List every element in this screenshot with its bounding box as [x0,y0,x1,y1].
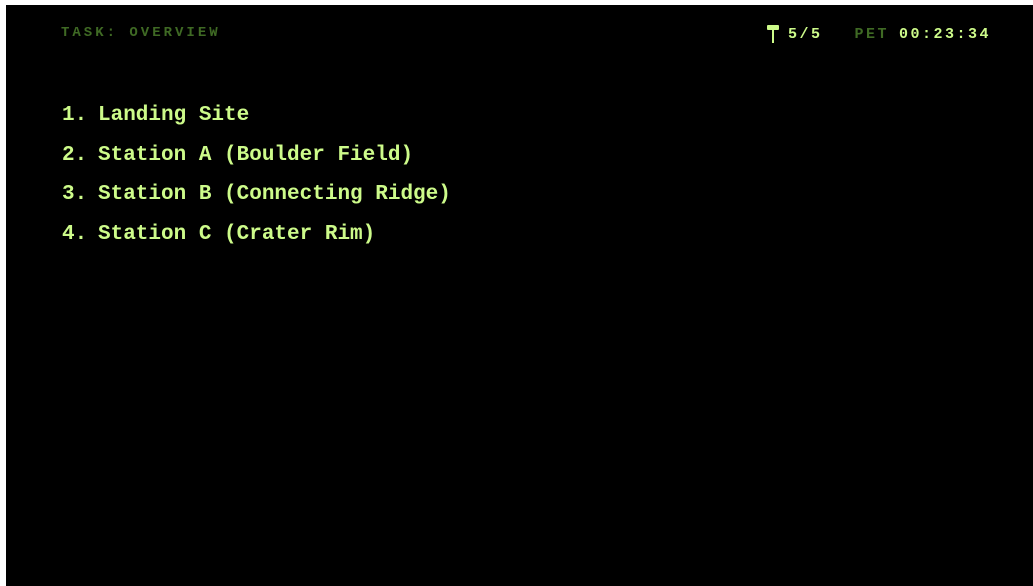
station-item-landing-site[interactable]: 1. Landing Site [62,104,451,144]
station-label: Station C (Crater Rim) [98,222,376,246]
station-label: Station B (Connecting Ridge) [98,183,451,206]
station-number: 1. [62,104,88,127]
station-number: 4. [62,222,88,246]
task-title: TASK: OVERVIEW [61,25,221,41]
pet-label: PET [854,25,889,43]
station-item-station-b[interactable]: 3. Station B (Connecting Ridge) [62,183,451,223]
flag-icon [766,24,780,44]
samples-count: 5/5 [787,25,823,43]
station-item-station-c[interactable]: 4. Station C (Crater Rim) [62,223,451,263]
station-label: Station A (Boulder Field) [98,143,414,167]
display-screen: TASK: OVERVIEW 5/5 PET 00:23:34 1. Landi… [6,5,1033,586]
station-number: 3. [62,183,88,206]
header-bar: TASK: OVERVIEW 5/5 PET 00:23:34 [6,5,1033,61]
station-label: Landing Site [98,104,250,127]
station-list: 1. Landing Site 2. Station A (Boulder Fi… [62,104,451,262]
station-number: 2. [62,143,88,167]
pet-timer: 00:23:34 [898,25,991,43]
status-area: 5/5 PET 00:23:34 [766,24,991,44]
station-item-station-a[interactable]: 2. Station A (Boulder Field) [62,144,451,184]
